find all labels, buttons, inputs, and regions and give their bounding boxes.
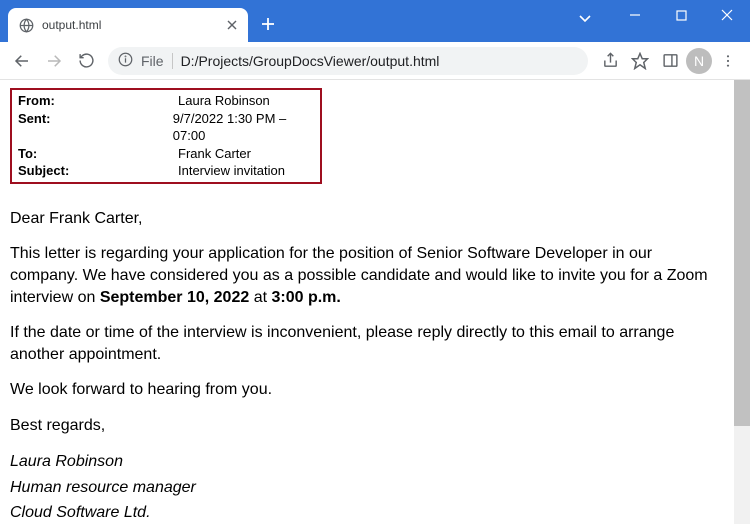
bookmark-button[interactable] bbox=[626, 47, 654, 75]
window-titlebar: output.html bbox=[0, 0, 750, 42]
subject-label: Subject: bbox=[18, 162, 178, 180]
browser-tab[interactable]: output.html bbox=[8, 8, 248, 42]
email-body: Dear Frank Carter, This letter is regard… bbox=[10, 208, 724, 524]
to-label: To: bbox=[18, 145, 178, 163]
vertical-scrollbar[interactable] bbox=[734, 80, 750, 524]
maximize-button[interactable] bbox=[658, 0, 704, 30]
signature: Laura Robinson Human resource manager Cl… bbox=[10, 450, 724, 524]
tab-search-button[interactable] bbox=[570, 6, 600, 30]
from-label: From: bbox=[18, 92, 178, 110]
url-prefix: File bbox=[141, 53, 164, 69]
signature-title: Human resource manager bbox=[10, 476, 724, 499]
divider-icon bbox=[172, 53, 173, 69]
paragraph-1: This letter is regarding your applicatio… bbox=[10, 243, 724, 308]
profile-avatar[interactable]: N bbox=[686, 48, 712, 74]
reload-button[interactable] bbox=[72, 47, 100, 75]
subject-value: Interview invitation bbox=[178, 162, 285, 180]
page-content: From: Laura Robinson Sent: 9/7/2022 1:30… bbox=[0, 80, 734, 524]
browser-toolbar: File D:/Projects/GroupDocsViewer/output.… bbox=[0, 42, 750, 80]
to-value: Frank Carter bbox=[178, 145, 251, 163]
globe-icon bbox=[18, 17, 34, 33]
signature-company: Cloud Software Ltd. bbox=[10, 501, 724, 524]
avatar-letter: N bbox=[694, 53, 704, 69]
closing: Best regards, bbox=[10, 415, 724, 437]
signature-name: Laura Robinson bbox=[10, 450, 724, 473]
paragraph-3: We look forward to hearing from you. bbox=[10, 379, 724, 401]
close-window-button[interactable] bbox=[704, 0, 750, 30]
forward-button[interactable] bbox=[40, 47, 68, 75]
tab-close-button[interactable] bbox=[224, 17, 240, 33]
sent-label: Sent: bbox=[18, 110, 173, 145]
menu-button[interactable] bbox=[714, 47, 742, 75]
minimize-button[interactable] bbox=[612, 0, 658, 30]
from-value: Laura Robinson bbox=[178, 92, 270, 110]
sent-value: 9/7/2022 1:30 PM –07:00 bbox=[173, 110, 314, 145]
tab-title: output.html bbox=[42, 18, 216, 32]
back-button[interactable] bbox=[8, 47, 36, 75]
scrollbar-thumb[interactable] bbox=[734, 80, 750, 426]
window-controls bbox=[612, 0, 750, 30]
side-panel-button[interactable] bbox=[656, 47, 684, 75]
address-bar[interactable]: File D:/Projects/GroupDocsViewer/output.… bbox=[108, 47, 588, 75]
email-header-box: From: Laura Robinson Sent: 9/7/2022 1:30… bbox=[10, 88, 322, 184]
greeting: Dear Frank Carter, bbox=[10, 208, 724, 230]
new-tab-button[interactable] bbox=[254, 10, 282, 38]
info-icon bbox=[118, 52, 133, 70]
url-text: D:/Projects/GroupDocsViewer/output.html bbox=[181, 53, 440, 69]
share-button[interactable] bbox=[596, 47, 624, 75]
page-viewport: From: Laura Robinson Sent: 9/7/2022 1:30… bbox=[0, 80, 750, 524]
paragraph-2: If the date or time of the interview is … bbox=[10, 322, 724, 365]
